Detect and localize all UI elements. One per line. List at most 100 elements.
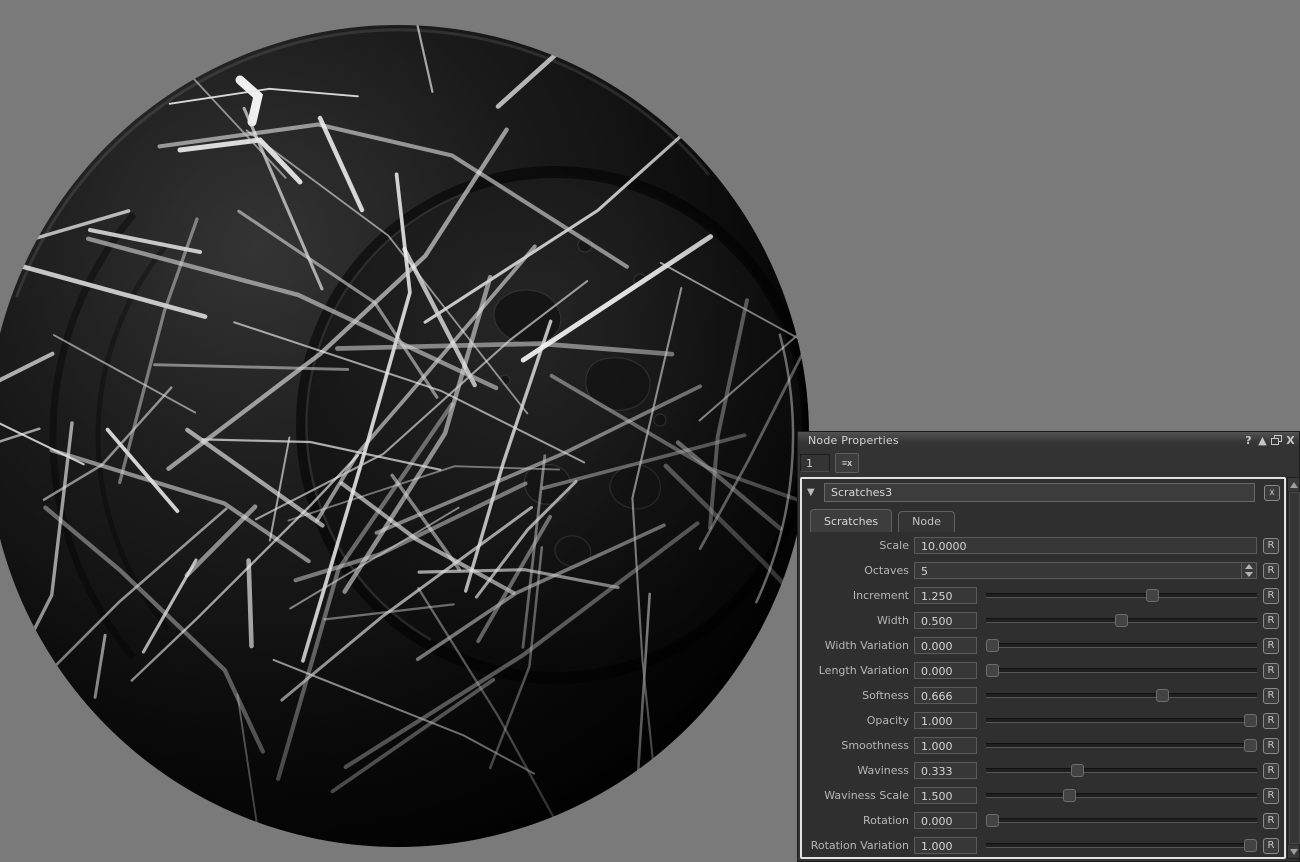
node-index-field[interactable]: 1 xyxy=(800,454,830,472)
panel-titlebar[interactable]: Node Properties ? ▲ X xyxy=(798,432,1299,449)
reset-button[interactable]: R xyxy=(1263,637,1279,654)
param-row: Width Variation 0.000 R xyxy=(802,633,1284,658)
slider-track[interactable] xyxy=(986,593,1257,598)
spinner-down-icon[interactable] xyxy=(1242,571,1256,579)
close-icon[interactable]: X xyxy=(1284,434,1297,447)
param-label: Waviness Scale xyxy=(824,789,909,802)
reset-button[interactable]: R xyxy=(1263,837,1279,854)
reset-button[interactable]: R xyxy=(1263,662,1279,679)
slider-handle[interactable] xyxy=(986,639,999,652)
param-label: Width Variation xyxy=(824,639,909,652)
param-label: Octaves xyxy=(864,564,909,577)
param-row: Length Variation 0.000 R xyxy=(802,658,1284,683)
param-slider[interactable] xyxy=(986,614,1257,627)
material-preview-render xyxy=(0,25,809,847)
slider-handle[interactable] xyxy=(1115,614,1128,627)
slider-track[interactable] xyxy=(986,643,1257,648)
param-value-field[interactable]: 10.0000 xyxy=(914,537,1257,554)
param-row: Smoothness 1.000 R xyxy=(802,733,1284,758)
spinner[interactable] xyxy=(1241,563,1256,578)
param-row: Increment 1.250 R xyxy=(802,583,1284,608)
param-label: Increment xyxy=(852,589,909,602)
param-slider[interactable] xyxy=(986,764,1257,777)
param-value-field[interactable]: 0.000 xyxy=(914,662,977,679)
slider-track[interactable] xyxy=(986,793,1257,798)
reset-button[interactable]: R xyxy=(1263,812,1279,829)
param-label: Waviness xyxy=(857,764,909,777)
param-value-field[interactable]: 0.500 xyxy=(914,612,977,629)
collapse-icon[interactable]: ▲ xyxy=(1256,434,1269,447)
param-row: Octaves 5 R xyxy=(802,558,1284,583)
param-value-field[interactable]: 1.000 xyxy=(914,837,977,854)
parameter-list: Scale 10.0000 R Octaves 5 R Increment 1.… xyxy=(802,533,1284,857)
param-label: Length Variation xyxy=(818,664,909,677)
node-collapse-icon[interactable]: ▼ xyxy=(807,487,819,498)
slider-handle[interactable] xyxy=(1071,764,1085,777)
vertical-scrollbar[interactable] xyxy=(1287,477,1300,859)
param-value-field[interactable]: 1.250 xyxy=(914,587,977,604)
param-value-field[interactable]: 0.666 xyxy=(914,687,977,704)
param-label: Smoothness xyxy=(841,739,909,752)
param-value-field[interactable]: 1.000 xyxy=(914,737,977,754)
reset-button[interactable]: R xyxy=(1263,562,1279,579)
slider-handle[interactable] xyxy=(1244,714,1257,727)
tab-node[interactable]: Node xyxy=(898,511,955,532)
toolbar-action-button[interactable]: ≡x xyxy=(835,453,859,473)
scrollbar-up-icon[interactable] xyxy=(1288,478,1299,491)
param-slider[interactable] xyxy=(986,789,1257,802)
param-value-field[interactable]: 0.333 xyxy=(914,762,977,779)
help-icon[interactable]: ? xyxy=(1242,434,1255,447)
param-value-field[interactable]: 1.000 xyxy=(914,712,977,729)
reset-button[interactable]: R xyxy=(1263,537,1279,554)
scrollbar-down-icon[interactable] xyxy=(1288,845,1299,858)
reset-button[interactable]: R xyxy=(1263,762,1279,779)
node-group-box: ▼ Scratches3 x Scratches Node Scale 10.00… xyxy=(800,477,1286,859)
param-value-field[interactable]: 0.000 xyxy=(914,637,977,654)
slider-track[interactable] xyxy=(986,668,1257,673)
slider-track[interactable] xyxy=(986,718,1257,723)
slider-track[interactable] xyxy=(986,843,1257,848)
slider-track[interactable] xyxy=(986,768,1257,773)
param-row: Rotation Variation 1.000 R xyxy=(802,833,1284,857)
tab-scratches[interactable]: Scratches xyxy=(810,509,893,532)
param-row: Waviness 0.333 R xyxy=(802,758,1284,783)
param-slider[interactable] xyxy=(986,814,1257,827)
restore-icon[interactable] xyxy=(1270,434,1283,447)
param-value-field[interactable]: 0.000 xyxy=(914,812,977,829)
tab-bar: Scratches Node xyxy=(810,508,1284,532)
param-slider[interactable] xyxy=(986,739,1257,752)
scrollbar-thumb[interactable] xyxy=(1289,492,1300,844)
slider-handle[interactable] xyxy=(986,814,999,827)
node-name-field[interactable]: Scratches3 xyxy=(824,483,1255,502)
reset-button[interactable]: R xyxy=(1263,737,1279,754)
param-label: Scale xyxy=(879,539,909,552)
slider-track[interactable] xyxy=(986,818,1257,823)
slider-handle[interactable] xyxy=(986,664,999,677)
param-slider[interactable] xyxy=(986,839,1257,852)
slider-track[interactable] xyxy=(986,693,1257,698)
param-slider[interactable] xyxy=(986,639,1257,652)
param-slider[interactable] xyxy=(986,714,1257,727)
param-slider[interactable] xyxy=(986,689,1257,702)
slider-handle[interactable] xyxy=(1244,739,1257,752)
reset-button[interactable]: R xyxy=(1263,787,1279,804)
param-row: Waviness Scale 1.500 R xyxy=(802,783,1284,808)
param-row: Opacity 1.000 R xyxy=(802,708,1284,733)
reset-button[interactable]: R xyxy=(1263,612,1279,629)
slider-handle[interactable] xyxy=(1244,839,1257,852)
slider-handle[interactable] xyxy=(1063,789,1077,802)
spinner-up-icon[interactable] xyxy=(1242,563,1256,571)
param-label: Rotation xyxy=(862,814,909,827)
param-slider[interactable] xyxy=(986,589,1257,602)
reset-button[interactable]: R xyxy=(1263,712,1279,729)
slider-track[interactable] xyxy=(986,743,1257,748)
slider-handle[interactable] xyxy=(1156,689,1170,702)
param-label: Opacity xyxy=(866,714,909,727)
slider-handle[interactable] xyxy=(1145,589,1159,602)
param-value-field[interactable]: 1.500 xyxy=(914,787,977,804)
reset-button[interactable]: R xyxy=(1263,687,1279,704)
node-close-button[interactable]: x xyxy=(1264,484,1280,501)
param-value-field[interactable]: 5 xyxy=(914,562,1257,579)
reset-button[interactable]: R xyxy=(1263,587,1279,604)
param-slider[interactable] xyxy=(986,664,1257,677)
